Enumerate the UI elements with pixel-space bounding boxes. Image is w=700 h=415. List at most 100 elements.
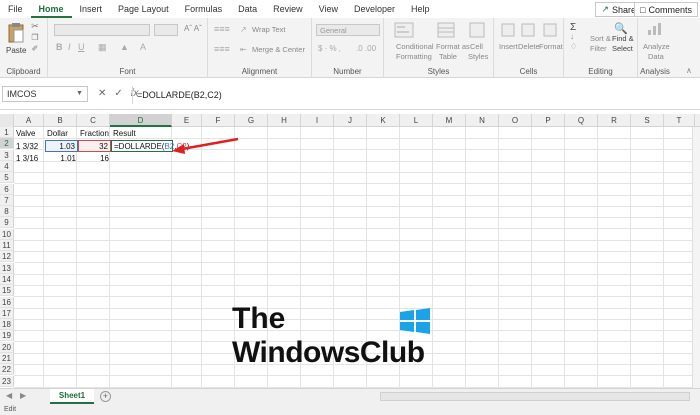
row-header-17[interactable]: 17 [0, 307, 14, 319]
format-painter-icon[interactable]: ✐ [30, 44, 40, 53]
menu-file[interactable]: File [0, 0, 31, 18]
column-header-h[interactable]: H [268, 114, 301, 127]
horizontal-scrollbar[interactable] [380, 392, 690, 401]
cell-c3[interactable]: 16 [78, 153, 111, 164]
formula-input[interactable]: =DOLLARDE(B2,C2) [132, 86, 692, 104]
menu-review[interactable]: Review [265, 0, 311, 18]
row-header-13[interactable]: 13 [0, 262, 14, 274]
sort-label[interactable]: Sort & [590, 34, 611, 43]
column-header-k[interactable]: K [367, 114, 400, 127]
row-header-12[interactable]: 12 [0, 251, 14, 263]
row-header-6[interactable]: 6 [0, 183, 14, 195]
wrap-text-button[interactable]: Wrap Text [252, 25, 286, 34]
row-header-19[interactable]: 19 [0, 330, 14, 342]
menu-page-layout[interactable]: Page Layout [110, 0, 177, 18]
copy-icon[interactable]: ❐ [30, 33, 40, 42]
currency-icon[interactable]: $ · % ‚ [318, 44, 341, 53]
column-header-l[interactable]: L [400, 114, 433, 127]
font-name-dropdown[interactable] [54, 24, 150, 36]
cut-icon[interactable]: ✂ [30, 21, 40, 31]
fill-color-icon[interactable]: ▲ [120, 42, 129, 52]
menu-help[interactable]: Help [403, 0, 438, 18]
font-size-dropdown[interactable] [154, 24, 178, 36]
find-label[interactable]: Find & [612, 34, 634, 43]
column-header-s[interactable]: S [631, 114, 664, 127]
row-header-3[interactable]: 3 [0, 149, 14, 161]
row-header-4[interactable]: 4 [0, 160, 14, 172]
row-header-1[interactable]: 1 [0, 127, 14, 138]
column-header-m[interactable]: M [433, 114, 466, 127]
cell-a3[interactable]: 1 3/16 [14, 153, 44, 164]
collapse-ribbon-icon[interactable]: ∧ [686, 66, 692, 75]
column-header-o[interactable]: O [499, 114, 532, 127]
column-header-p[interactable]: P [532, 114, 565, 127]
row-header-10[interactable]: 10 [0, 228, 14, 240]
row-header-22[interactable]: 22 [0, 364, 14, 376]
number-format-dropdown[interactable]: General [316, 24, 380, 36]
fill-icon[interactable]: ↓ [570, 32, 574, 41]
delete-cells-icon[interactable] [520, 22, 536, 38]
cell-d1[interactable]: Result [111, 128, 173, 139]
align-top-icon[interactable]: ≡≡≡ [214, 24, 230, 34]
column-header-b[interactable]: B [44, 114, 77, 127]
column-header-c[interactable]: C [77, 114, 110, 127]
align-left-icon[interactable]: ≡≡≡ [214, 44, 230, 54]
underline-icon[interactable]: U [78, 42, 85, 52]
format-cells-icon[interactable] [542, 22, 558, 38]
column-header-t[interactable]: T [664, 114, 695, 127]
cell-styles-icon[interactable] [468, 22, 486, 38]
menu-formulas[interactable]: Formulas [177, 0, 231, 18]
column-header-g[interactable]: G [235, 114, 268, 127]
decimal-icon[interactable]: .0 .00 [356, 44, 376, 53]
row-header-20[interactable]: 20 [0, 341, 14, 353]
indent-icon[interactable]: ⇤ [240, 45, 247, 54]
cell-d2[interactable]: =DOLLARDE(B2,C2) [111, 140, 189, 152]
conditional-formatting-icon[interactable] [392, 22, 416, 38]
sheet-tab-sheet1[interactable]: Sheet1 [50, 389, 94, 404]
cell-b2[interactable]: 1.03 [45, 140, 78, 152]
row-header-5[interactable]: 5 [0, 172, 14, 184]
next-sheet-icon[interactable]: ▶ [20, 391, 26, 400]
merge-center-button[interactable]: Merge & Center [252, 45, 305, 54]
row-header-18[interactable]: 18 [0, 319, 14, 331]
row-header-11[interactable]: 11 [0, 240, 14, 251]
column-header-e[interactable]: E [172, 114, 202, 127]
font-color-icon[interactable]: A [140, 42, 146, 52]
insert-cells-icon[interactable] [500, 22, 516, 38]
orientation-icon[interactable]: ↗ [240, 25, 247, 34]
analyze-data-icon[interactable] [646, 22, 664, 36]
vertical-scrollbar[interactable] [692, 127, 700, 388]
row-header-2[interactable]: 2 [0, 138, 14, 150]
menu-view[interactable]: View [311, 0, 346, 18]
italic-icon[interactable]: I [68, 42, 71, 52]
add-sheet-button[interactable]: + [100, 391, 111, 402]
column-header-i[interactable]: I [301, 114, 334, 127]
paste-icon[interactable] [6, 22, 26, 44]
prev-sheet-icon[interactable]: ◀ [6, 391, 12, 400]
spreadsheet-grid[interactable]: ABCDEFGHIJKLMNOPQRST 1 2 3 4 5 6 7 8 9 10 11 12 13 14… [0, 114, 700, 388]
column-header-n[interactable]: N [466, 114, 499, 127]
clear-icon[interactable]: ♢ [570, 42, 577, 51]
cell-a1[interactable]: Valve [14, 128, 44, 139]
cancel-icon[interactable]: ✕ [98, 88, 106, 99]
menu-developer[interactable]: Developer [346, 0, 403, 18]
column-header-f[interactable]: F [202, 114, 235, 127]
borders-icon[interactable]: ▦ [98, 42, 107, 53]
select-all-corner[interactable] [0, 114, 14, 127]
column-header-d[interactable]: D [110, 114, 172, 127]
name-box-dropdown-icon[interactable]: ▼ [76, 90, 83, 97]
format-as-table-icon[interactable] [436, 22, 456, 38]
cell-b1[interactable]: Dollar [45, 128, 78, 139]
row-header-14[interactable]: 14 [0, 273, 14, 285]
cell-c2[interactable]: 32 [78, 140, 111, 152]
column-header-j[interactable]: J [334, 114, 367, 127]
column-header-r[interactable]: R [598, 114, 631, 127]
row-header-8[interactable]: 8 [0, 206, 14, 218]
row-header-23[interactable]: 23 [0, 375, 14, 387]
column-header-q[interactable]: Q [565, 114, 598, 127]
row-header-9[interactable]: 9 [0, 217, 14, 229]
menu-data[interactable]: Data [230, 0, 265, 18]
row-header-16[interactable]: 16 [0, 296, 14, 308]
menu-home[interactable]: Home [30, 0, 72, 18]
column-header-a[interactable]: A [14, 114, 44, 127]
